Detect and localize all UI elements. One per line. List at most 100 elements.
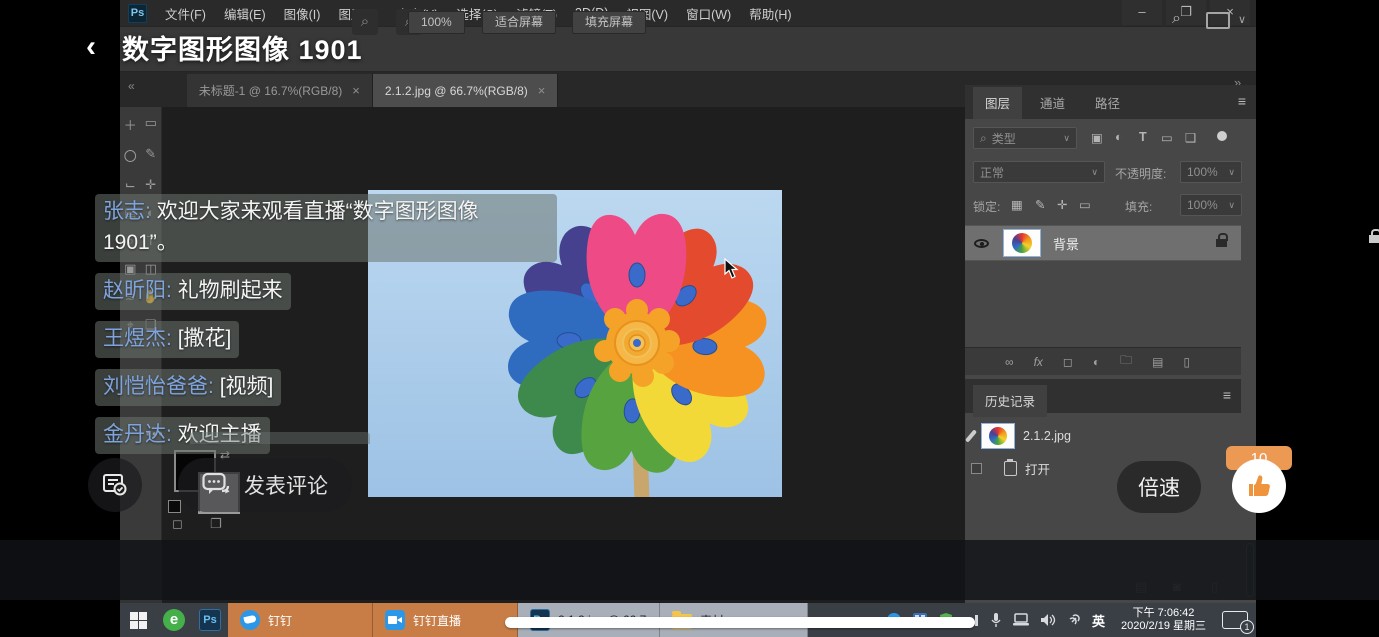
layer-name: 背景 bbox=[1053, 234, 1079, 253]
opacity-value: 100% bbox=[1187, 165, 1218, 179]
workspace-icon[interactable] bbox=[1206, 12, 1230, 29]
like-button[interactable] bbox=[1232, 459, 1286, 513]
tab-close-icon[interactable]: × bbox=[538, 83, 546, 98]
menu-help[interactable]: 帮助(H) bbox=[749, 4, 791, 23]
chat-username: 王煜杰: bbox=[103, 327, 172, 350]
tools-collapse-icon[interactable]: « bbox=[128, 79, 135, 93]
taskbar-scrollbar-thumb[interactable] bbox=[505, 617, 975, 628]
history-brush-icon[interactable] bbox=[965, 429, 977, 442]
chat-message: 赵昕阳: 礼物刷起来 bbox=[95, 273, 291, 310]
photoshop-taskbar-icon[interactable]: Ps bbox=[192, 603, 228, 637]
dingtalk-app-button[interactable]: 钉钉 bbox=[228, 603, 373, 637]
tool-icon[interactable]: 〇 bbox=[120, 146, 141, 165]
default-colors-icon[interactable] bbox=[168, 500, 181, 513]
zoom-100-button[interactable]: 100% bbox=[408, 11, 465, 34]
filter-pixel-icon[interactable]: ▣ bbox=[1091, 130, 1103, 145]
fill-label: 填充: bbox=[1125, 198, 1152, 215]
layer-mask-icon[interactable]: ◻ bbox=[1063, 355, 1073, 369]
lock-artboard-icon[interactable]: ▭ bbox=[1079, 197, 1091, 212]
dingtalk-live-app-button[interactable]: 钉钉直播 bbox=[373, 603, 518, 637]
history-source-row[interactable]: 2.1.2.jpg bbox=[969, 423, 1071, 449]
filter-smartobject-icon[interactable]: ❑ bbox=[1185, 130, 1196, 145]
tray-mic-icon[interactable] bbox=[990, 612, 1002, 628]
lock-transparent-icon[interactable]: ▦ bbox=[1011, 197, 1023, 212]
lock-all-icon[interactable] bbox=[1369, 235, 1379, 243]
search-icon[interactable]: ⌕ bbox=[1172, 10, 1181, 28]
delete-layer-icon[interactable]: ▯ bbox=[1183, 355, 1190, 369]
tray-speaker-icon[interactable] bbox=[1040, 613, 1056, 627]
notes-button[interactable] bbox=[88, 458, 142, 512]
tray-laptop-icon[interactable] bbox=[1012, 613, 1030, 627]
tool-icon[interactable]: ✛ bbox=[141, 177, 162, 193]
back-button[interactable]: ‹ bbox=[86, 30, 96, 64]
filter-label: 类型 bbox=[992, 130, 1016, 147]
layer-thumbnail[interactable] bbox=[1003, 229, 1041, 257]
filter-shape-icon[interactable]: ▭ bbox=[1161, 130, 1173, 145]
adjustment-layer-icon[interactable]: ◐ bbox=[1093, 355, 1100, 369]
menu-file[interactable]: 文件(F) bbox=[165, 4, 206, 23]
visibility-eye-icon[interactable] bbox=[974, 239, 989, 248]
tool-icon[interactable]: ＋ bbox=[120, 115, 141, 134]
document-icon bbox=[1004, 461, 1017, 476]
menu-image[interactable]: 图像(I) bbox=[284, 4, 321, 23]
panel-menu-icon[interactable]: ≡ bbox=[1223, 387, 1231, 403]
layer-row-background[interactable]: 背景 bbox=[965, 225, 1241, 261]
taskbar-clock[interactable]: 下午 7:06:42 2020/2/19 星期三 bbox=[1115, 607, 1212, 633]
new-group-icon[interactable]: 🗀 bbox=[1120, 351, 1132, 372]
tool-icon[interactable]: ⌙ bbox=[120, 177, 141, 193]
history-checkbox[interactable] bbox=[971, 463, 982, 474]
menu-edit[interactable]: 编辑(E) bbox=[224, 4, 266, 23]
quick-mask-icon[interactable]: ◻ bbox=[172, 516, 183, 532]
clock-date: 2020/2/19 星期三 bbox=[1121, 620, 1206, 633]
history-entry-label: 2.1.2.jpg bbox=[1023, 429, 1071, 443]
filter-type-icon[interactable]: T bbox=[1139, 130, 1147, 144]
chevron-down-icon: ∨ bbox=[1228, 167, 1235, 178]
layer-style-fx-icon[interactable]: fx bbox=[1034, 355, 1043, 369]
tab-label: 2.1.2.jpg @ 66.7%(RGB/8) bbox=[385, 84, 528, 98]
dingtalk-icon bbox=[240, 610, 260, 630]
tab-untitled-1[interactable]: 未标题-1 @ 16.7%(RGB/8) × bbox=[187, 74, 373, 107]
menu-window[interactable]: 窗口(W) bbox=[686, 4, 731, 23]
filter-adjustment-icon[interactable]: ◐ bbox=[1115, 130, 1123, 144]
tool-icon[interactable]: ✎ bbox=[141, 146, 162, 165]
stream-title: 数字图形图像 1901 bbox=[122, 28, 363, 67]
minimize-button[interactable]: – bbox=[1122, 0, 1162, 25]
playback-speed-button[interactable]: 倍速 bbox=[1117, 461, 1201, 513]
tool-icon[interactable]: ▭ bbox=[141, 115, 162, 134]
filter-pin-icon[interactable] bbox=[1217, 131, 1227, 141]
photoshop-logo: Ps bbox=[128, 4, 147, 23]
tab-close-icon[interactable]: × bbox=[352, 83, 360, 98]
lock-paint-icon[interactable]: ✎ bbox=[1035, 197, 1045, 212]
tab-layers[interactable]: 图层 bbox=[973, 87, 1022, 119]
blend-mode-select[interactable]: 正常 ∨ bbox=[973, 161, 1105, 183]
opacity-input[interactable]: 100% ∨ bbox=[1180, 161, 1242, 183]
tray-link-icon[interactable] bbox=[1066, 612, 1082, 628]
screen-mode-icon[interactable]: ❐ bbox=[210, 516, 222, 532]
ime-indicator[interactable]: 英 bbox=[1092, 611, 1105, 630]
lock-move-icon[interactable]: ✛ bbox=[1057, 197, 1067, 212]
fit-screen-button[interactable]: 适合屏幕 bbox=[482, 11, 556, 34]
chat-username: 金丹达: bbox=[103, 423, 172, 446]
tab-channels[interactable]: 通道 bbox=[1028, 87, 1077, 119]
fill-screen-button[interactable]: 填充屏幕 bbox=[572, 11, 646, 34]
workspace-chevron-icon[interactable]: ∨ bbox=[1238, 13, 1246, 26]
history-thumbnail[interactable] bbox=[981, 423, 1015, 449]
thumbs-up-icon bbox=[1245, 472, 1273, 500]
tab-212-jpg[interactable]: 2.1.2.jpg @ 66.7%(RGB/8) × bbox=[373, 74, 559, 107]
history-open-row[interactable]: 打开 bbox=[971, 459, 1050, 478]
chevron-down-icon: ∨ bbox=[1228, 200, 1235, 211]
link-layers-icon[interactable]: ∞ bbox=[1005, 355, 1014, 369]
layer-filter-select[interactable]: ⌕ 类型 ∨ bbox=[973, 127, 1077, 149]
post-comment-button[interactable]: 发表评论 bbox=[178, 458, 352, 512]
windows-logo-icon bbox=[130, 612, 147, 629]
notification-center-icon[interactable]: 1 bbox=[1222, 611, 1248, 629]
tab-history[interactable]: 历史记录 bbox=[973, 385, 1047, 417]
new-layer-icon[interactable]: ▤ bbox=[1152, 355, 1163, 369]
panel-menu-icon[interactable]: ≡ bbox=[1238, 93, 1246, 109]
chat-message-list: 张志: 欢迎大家来观看直播“数字图形图像 1901”。 赵昕阳: 礼物刷起来 王… bbox=[95, 194, 575, 465]
tab-paths[interactable]: 路径 bbox=[1083, 87, 1132, 119]
blend-mode-value: 正常 bbox=[980, 164, 1004, 181]
browser-taskbar-icon[interactable]: e bbox=[156, 603, 192, 637]
start-button[interactable] bbox=[120, 603, 156, 637]
fill-input[interactable]: 100% ∨ bbox=[1180, 194, 1242, 216]
